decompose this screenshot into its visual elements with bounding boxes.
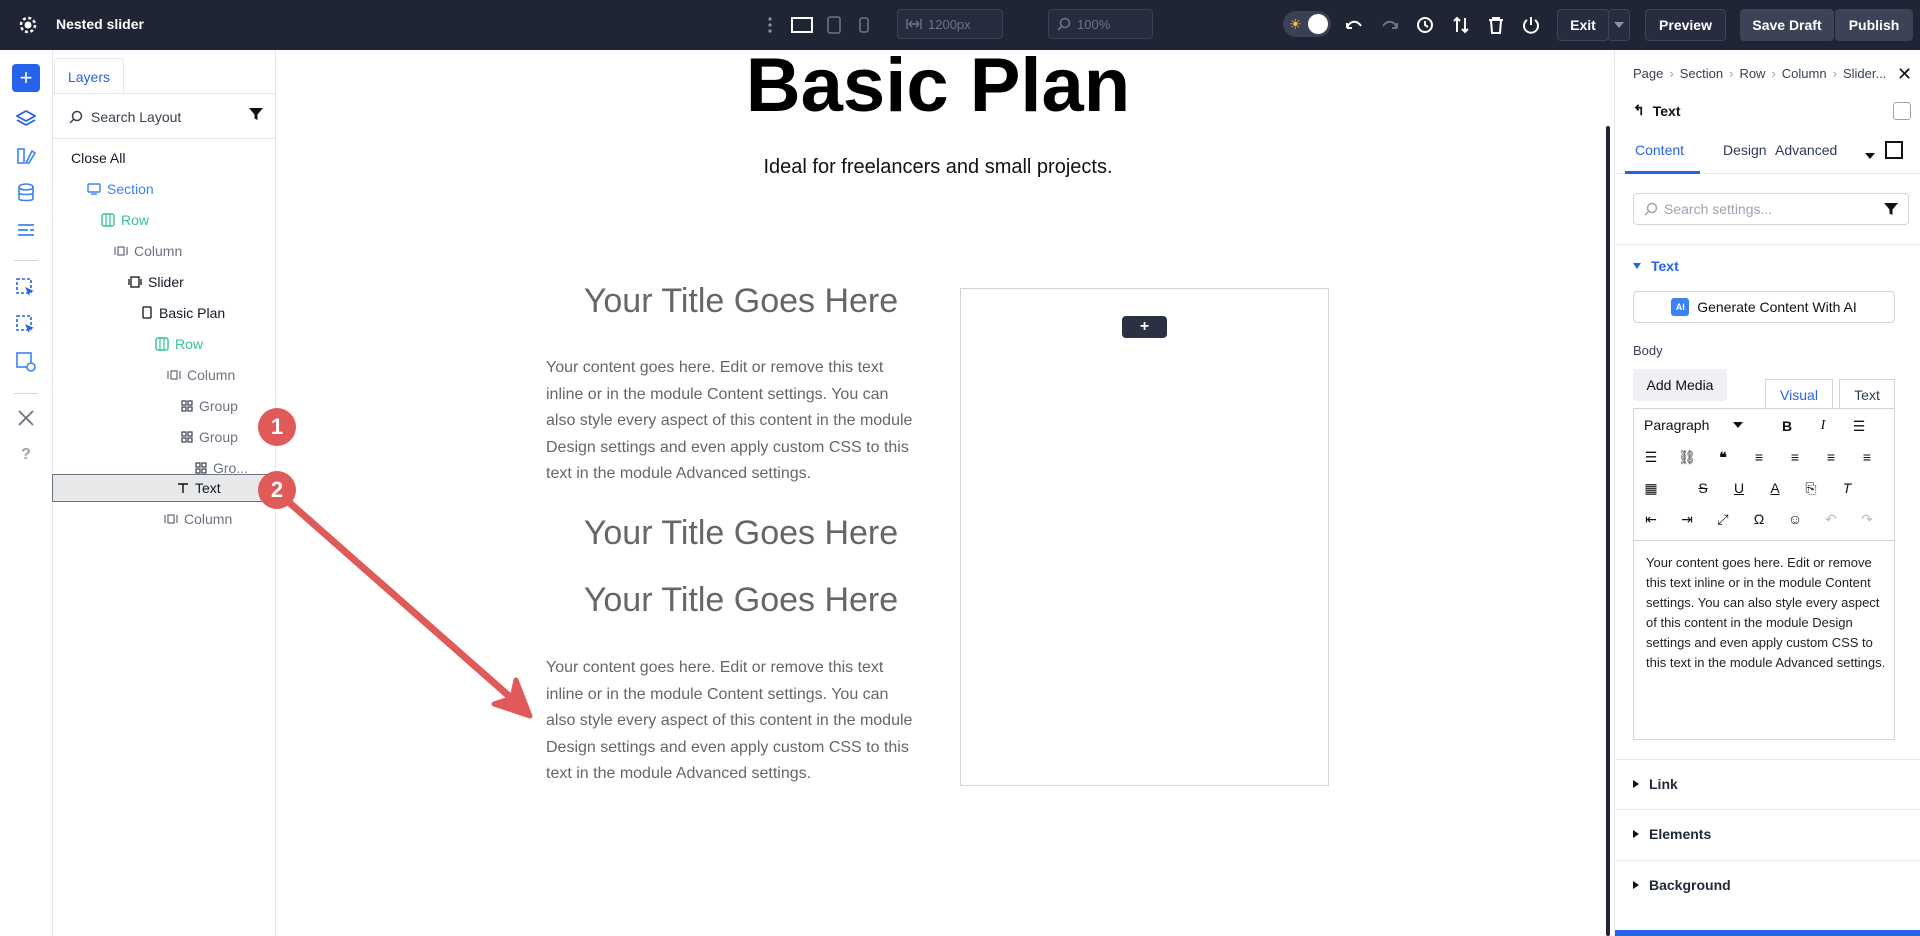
panel-footer-bar — [1615, 930, 1920, 936]
chevron-right-icon: › — [1832, 66, 1837, 81]
paste-icon[interactable]: ⎘ — [1800, 477, 1822, 499]
underline-icon[interactable]: U — [1728, 477, 1750, 499]
caret-down-icon — [1633, 263, 1641, 269]
back-arrow-icon[interactable]: ↰ — [1633, 102, 1645, 119]
generate-ai-button[interactable]: AI Generate Content With AI — [1633, 291, 1895, 323]
align-justify-icon[interactable]: ≡ — [1856, 446, 1878, 468]
rich-text-editor: Paragraph B I ☰ ☰ ⛓ ❝ ≡ ≡ ≡ ≡ ▦ S U A ⎘ … — [1633, 408, 1895, 740]
emoji-icon[interactable]: ☺ — [1784, 508, 1806, 530]
link-icon[interactable]: ⛓ — [1676, 446, 1698, 468]
editor-toolbar: Paragraph B I ☰ ☰ ⛓ ❝ ≡ ≡ ≡ ≡ ▦ S U A ⎘ … — [1634, 409, 1894, 541]
section-elements-toggle[interactable]: Elements — [1633, 826, 1711, 842]
tab-text[interactable]: Text — [1839, 379, 1895, 409]
tab-advanced[interactable]: Advanced — [1775, 142, 1837, 158]
section-text-toggle[interactable]: Text — [1633, 258, 1679, 274]
chevron-right-icon: › — [1669, 66, 1674, 81]
chevron-down-icon — [1733, 422, 1744, 428]
breadcrumb-item[interactable]: Row — [1739, 66, 1765, 81]
numbered-list-icon[interactable]: ☰ — [1640, 446, 1662, 468]
ai-icon: AI — [1671, 298, 1690, 316]
tab-design[interactable]: Design — [1723, 142, 1767, 158]
caret-right-icon — [1633, 780, 1639, 788]
clear-format-icon[interactable]: T — [1836, 477, 1858, 499]
layout-icon[interactable] — [1885, 141, 1903, 159]
module-title-header: ↰ Text — [1633, 102, 1681, 119]
breadcrumb-item[interactable]: Column — [1782, 66, 1827, 81]
chevron-right-icon: › — [1729, 66, 1734, 81]
text-color-icon[interactable]: A — [1764, 477, 1786, 499]
strikethrough-icon[interactable]: S — [1692, 477, 1714, 499]
special-char-icon[interactable]: Ω — [1748, 508, 1770, 530]
editor-redo-icon[interactable]: ↷ — [1856, 508, 1878, 530]
annotation-marker-1: 1 — [258, 408, 296, 446]
align-left-icon[interactable]: ≡ — [1748, 446, 1770, 468]
align-center-icon[interactable]: ≡ — [1784, 446, 1806, 468]
italic-icon[interactable]: I — [1812, 415, 1834, 437]
chevron-right-icon: › — [1771, 66, 1776, 81]
tab-visual[interactable]: Visual — [1765, 379, 1833, 409]
active-tab-indicator — [1625, 171, 1700, 174]
section-link-toggle[interactable]: Link — [1633, 776, 1678, 792]
chevron-down-icon[interactable] — [1865, 146, 1875, 164]
editor-content[interactable]: Your content goes here. Edit or remove t… — [1646, 553, 1886, 673]
divider — [1615, 244, 1920, 245]
close-icon[interactable]: ✕ — [1897, 64, 1912, 85]
breadcrumb-item[interactable]: Section — [1680, 66, 1723, 81]
indent-icon[interactable]: ⇥ — [1676, 508, 1698, 530]
divider — [1615, 860, 1920, 861]
breadcrumb-item[interactable]: Slider... — [1843, 66, 1886, 81]
swap-icon[interactable] — [1893, 102, 1911, 120]
section-background-toggle[interactable]: Background — [1633, 877, 1731, 893]
add-media-button[interactable]: Add Media — [1633, 369, 1727, 401]
fullscreen-icon[interactable]: ⤢ — [1712, 508, 1734, 530]
caret-right-icon — [1633, 830, 1639, 838]
tab-content[interactable]: Content — [1635, 142, 1684, 158]
blockquote-icon[interactable]: ❝ — [1712, 446, 1734, 468]
bold-icon[interactable]: B — [1776, 415, 1798, 437]
settings-panel: Page › Section › Row › Column › Slider... ✕ … — [1614, 50, 1920, 936]
divider — [1615, 759, 1920, 760]
outdent-icon[interactable]: ⇤ — [1640, 508, 1662, 530]
paragraph-select[interactable]: Paragraph — [1644, 417, 1744, 433]
filter-icon[interactable] — [1884, 202, 1898, 216]
breadcrumb: Page › Section › Row › Column › Slider... — [1633, 66, 1886, 81]
bullet-list-icon[interactable]: ☰ — [1848, 415, 1870, 437]
table-icon[interactable]: ▦ — [1640, 477, 1662, 499]
breadcrumb-item[interactable]: Page — [1633, 66, 1663, 81]
settings-search-input[interactable]: Search settings... — [1633, 193, 1909, 225]
body-label: Body — [1633, 343, 1663, 358]
editor-undo-icon[interactable]: ↶ — [1820, 508, 1842, 530]
align-right-icon[interactable]: ≡ — [1820, 446, 1842, 468]
search-icon — [1644, 202, 1658, 216]
annotation-marker-2: 2 — [258, 471, 296, 509]
caret-right-icon — [1633, 881, 1639, 889]
divider — [1615, 809, 1920, 810]
